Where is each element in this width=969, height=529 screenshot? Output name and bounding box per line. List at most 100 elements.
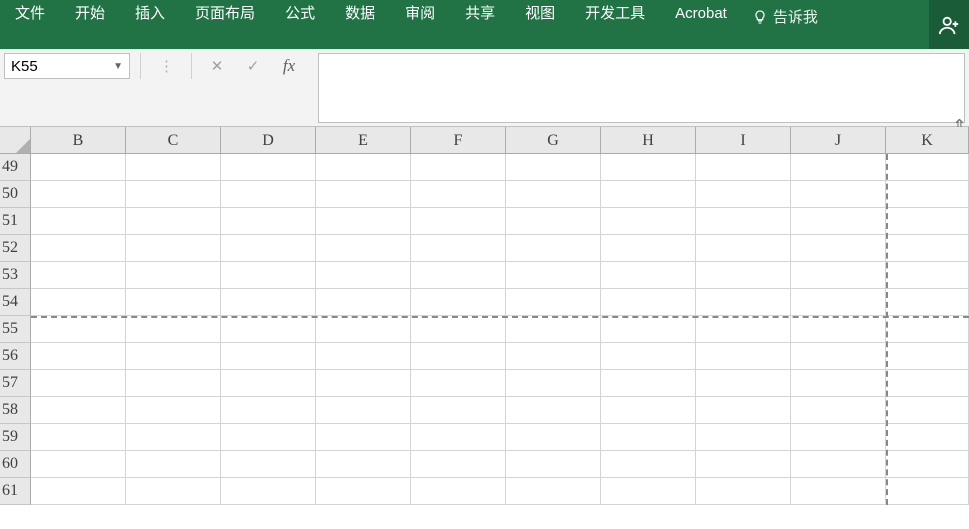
grid-cell[interactable] — [316, 154, 411, 181]
ribbon-tab-9[interactable]: 开发工具 — [570, 0, 660, 28]
ribbon-tab-7[interactable]: 共享 — [450, 0, 510, 28]
grid-cell[interactable] — [791, 289, 886, 316]
grid-cell[interactable] — [221, 424, 316, 451]
grid-cell[interactable] — [126, 343, 221, 370]
tell-me[interactable]: 告诉我 — [742, 0, 828, 33]
grid-cell[interactable] — [316, 289, 411, 316]
insert-function-button[interactable]: fx — [274, 53, 304, 79]
grid-cell[interactable] — [221, 289, 316, 316]
formula-input[interactable] — [318, 53, 965, 123]
column-header[interactable]: H — [601, 127, 696, 154]
grid-cell[interactable] — [696, 262, 791, 289]
grid-cell[interactable] — [31, 451, 126, 478]
grid-cell[interactable] — [886, 262, 969, 289]
grid-cell[interactable] — [411, 343, 506, 370]
grid-cell[interactable] — [221, 208, 316, 235]
grid-cell[interactable] — [791, 478, 886, 505]
grid-cell[interactable] — [601, 289, 696, 316]
grid-cell[interactable] — [791, 262, 886, 289]
grid-cell[interactable] — [411, 478, 506, 505]
more-icon[interactable]: ⋮ — [151, 53, 181, 79]
grid-cell[interactable] — [601, 370, 696, 397]
grid-cell[interactable] — [696, 235, 791, 262]
grid-cell[interactable] — [791, 424, 886, 451]
grid-cell[interactable] — [411, 208, 506, 235]
grid-cell[interactable] — [696, 316, 791, 343]
grid-cell[interactable] — [221, 262, 316, 289]
grid-cell[interactable] — [126, 424, 221, 451]
grid-cell[interactable] — [506, 397, 601, 424]
grid-cell[interactable] — [31, 343, 126, 370]
grid-cell[interactable] — [316, 181, 411, 208]
grid-cell[interactable] — [506, 343, 601, 370]
row-header[interactable]: 57 — [0, 370, 31, 397]
grid-cell[interactable] — [126, 451, 221, 478]
grid-cell[interactable] — [696, 397, 791, 424]
grid-cell[interactable] — [31, 262, 126, 289]
grid-cell[interactable] — [126, 478, 221, 505]
grid-cell[interactable] — [411, 397, 506, 424]
confirm-icon[interactable]: ✓ — [238, 53, 268, 79]
grid-cell[interactable] — [316, 424, 411, 451]
grid-cell[interactable] — [791, 316, 886, 343]
ribbon-tab-3[interactable]: 页面布局 — [180, 0, 270, 28]
ribbon-tab-1[interactable]: 开始 — [60, 0, 120, 28]
grid-cell[interactable] — [221, 316, 316, 343]
grid-cell[interactable] — [696, 181, 791, 208]
column-header[interactable]: B — [31, 127, 126, 154]
column-header[interactable]: C — [126, 127, 221, 154]
grid-cell[interactable] — [221, 478, 316, 505]
grid-cell[interactable] — [886, 181, 969, 208]
grid-cell[interactable] — [506, 289, 601, 316]
grid-cell[interactable] — [316, 370, 411, 397]
grid-cell[interactable] — [506, 262, 601, 289]
grid-cell[interactable] — [886, 397, 969, 424]
grid-cell[interactable] — [506, 181, 601, 208]
row-header[interactable]: 55 — [0, 316, 31, 343]
grid-cell[interactable] — [601, 154, 696, 181]
column-header[interactable]: E — [316, 127, 411, 154]
grid-cell[interactable] — [696, 451, 791, 478]
grid-cell[interactable] — [221, 154, 316, 181]
grid-cell[interactable] — [506, 235, 601, 262]
grid-cell[interactable] — [411, 370, 506, 397]
grid-cell[interactable] — [221, 343, 316, 370]
grid-cell[interactable] — [316, 208, 411, 235]
grid-cell[interactable] — [601, 262, 696, 289]
column-header[interactable]: K — [886, 127, 969, 154]
ribbon-tab-5[interactable]: 数据 — [330, 0, 390, 28]
grid-cell[interactable] — [31, 181, 126, 208]
grid-cell[interactable] — [791, 235, 886, 262]
row-header[interactable]: 51 — [0, 208, 31, 235]
grid-cell[interactable] — [31, 154, 126, 181]
ribbon-tab-6[interactable]: 审阅 — [390, 0, 450, 28]
grid-cell[interactable] — [411, 262, 506, 289]
grid-cell[interactable] — [221, 181, 316, 208]
grid-cell[interactable] — [886, 289, 969, 316]
grid-cell[interactable] — [886, 343, 969, 370]
ribbon-tab-2[interactable]: 插入 — [120, 0, 180, 28]
grid-cell[interactable] — [696, 424, 791, 451]
grid-cell[interactable] — [126, 397, 221, 424]
grid-cell[interactable] — [126, 289, 221, 316]
grid-cell[interactable] — [126, 370, 221, 397]
column-header[interactable]: F — [411, 127, 506, 154]
grid-cell[interactable] — [126, 235, 221, 262]
row-header[interactable]: 60 — [0, 451, 31, 478]
chevron-down-icon[interactable]: ▼ — [113, 61, 123, 72]
row-header[interactable]: 56 — [0, 343, 31, 370]
grid-cell[interactable] — [221, 451, 316, 478]
row-header[interactable]: 59 — [0, 424, 31, 451]
grid-cell[interactable] — [601, 451, 696, 478]
ribbon-tab-8[interactable]: 视图 — [510, 0, 570, 28]
grid-cell[interactable] — [886, 154, 969, 181]
grid-cell[interactable] — [886, 424, 969, 451]
grid-cell[interactable] — [791, 208, 886, 235]
column-header[interactable]: I — [696, 127, 791, 154]
grid-cell[interactable] — [791, 343, 886, 370]
grid-cell[interactable] — [316, 316, 411, 343]
grid-cell[interactable] — [316, 451, 411, 478]
grid-cell[interactable] — [506, 451, 601, 478]
grid-cell[interactable] — [411, 154, 506, 181]
grid-cell[interactable] — [126, 208, 221, 235]
